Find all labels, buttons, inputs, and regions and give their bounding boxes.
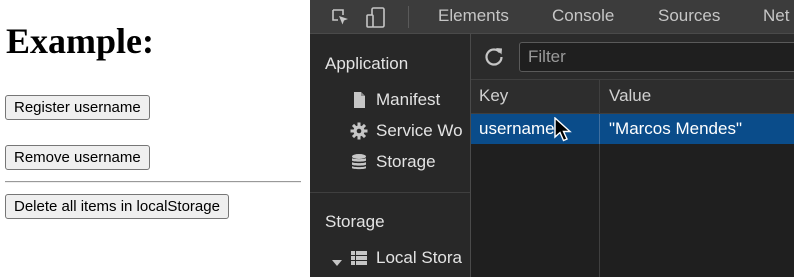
device-toolbar-icon[interactable] [366, 7, 386, 28]
sidebar-heading-storage: Storage [325, 212, 385, 231]
sidebar-item-local-storage[interactable]: Local Stora [332, 246, 462, 270]
sidebar-item-label: Service Wo [376, 121, 463, 140]
remove-username-button[interactable]: Remove username [5, 145, 150, 170]
table-row[interactable]: username "Marcos Mendes" [471, 114, 794, 144]
tab-elements[interactable]: Elements [438, 6, 509, 26]
filter-input[interactable] [519, 42, 794, 72]
sidebar-item-manifest[interactable]: Manifest [350, 88, 440, 112]
page-content: Example: Register username Remove userna… [0, 0, 310, 277]
divider [5, 181, 301, 183]
row-key[interactable]: username [479, 119, 555, 139]
sidebar-divider [310, 192, 470, 193]
sidebar-item-label: Local Stora [376, 248, 462, 267]
row-column-divider [599, 114, 600, 144]
filter-bar [471, 34, 794, 80]
tab-network[interactable]: Net [763, 6, 789, 26]
page-heading: Example: [6, 21, 154, 61]
sidebar-item-label: Manifest [376, 90, 441, 109]
mouse-cursor-icon [554, 116, 572, 143]
toolbar-separator [408, 6, 409, 28]
table-header: Key Value [471, 80, 794, 114]
gear-icon [350, 122, 368, 140]
devtools-toolbar: Elements Console Sources Net [310, 0, 794, 34]
column-header-value[interactable]: Value [609, 86, 651, 106]
sidebar-heading-application: Application [325, 54, 409, 73]
database-icon [350, 153, 368, 171]
storage-table-panel: Key Value username "Marcos Mendes" [471, 34, 794, 277]
grid-icon [350, 249, 368, 267]
tab-sources[interactable]: Sources [658, 6, 720, 26]
application-sidebar: Application Manifest Service Wo Storage … [310, 34, 471, 277]
inspect-element-icon[interactable] [330, 7, 350, 27]
triangle-down-icon[interactable] [332, 253, 342, 266]
sidebar-item-label: Storage [376, 152, 436, 171]
delete-all-localstorage-button[interactable]: Delete all items in localStorage [5, 194, 229, 219]
column-header-key[interactable]: Key [479, 86, 508, 106]
refresh-icon[interactable] [483, 46, 505, 68]
column-divider[interactable] [599, 80, 600, 277]
devtools-panel: Elements Console Sources Net Application… [310, 0, 794, 277]
row-value[interactable]: "Marcos Mendes" [609, 119, 742, 139]
sidebar-item-storage[interactable]: Storage [350, 150, 436, 174]
tab-console[interactable]: Console [552, 6, 614, 26]
sidebar-item-service-workers[interactable]: Service Wo [350, 119, 463, 143]
register-username-button[interactable]: Register username [5, 95, 150, 120]
document-icon [350, 91, 368, 109]
